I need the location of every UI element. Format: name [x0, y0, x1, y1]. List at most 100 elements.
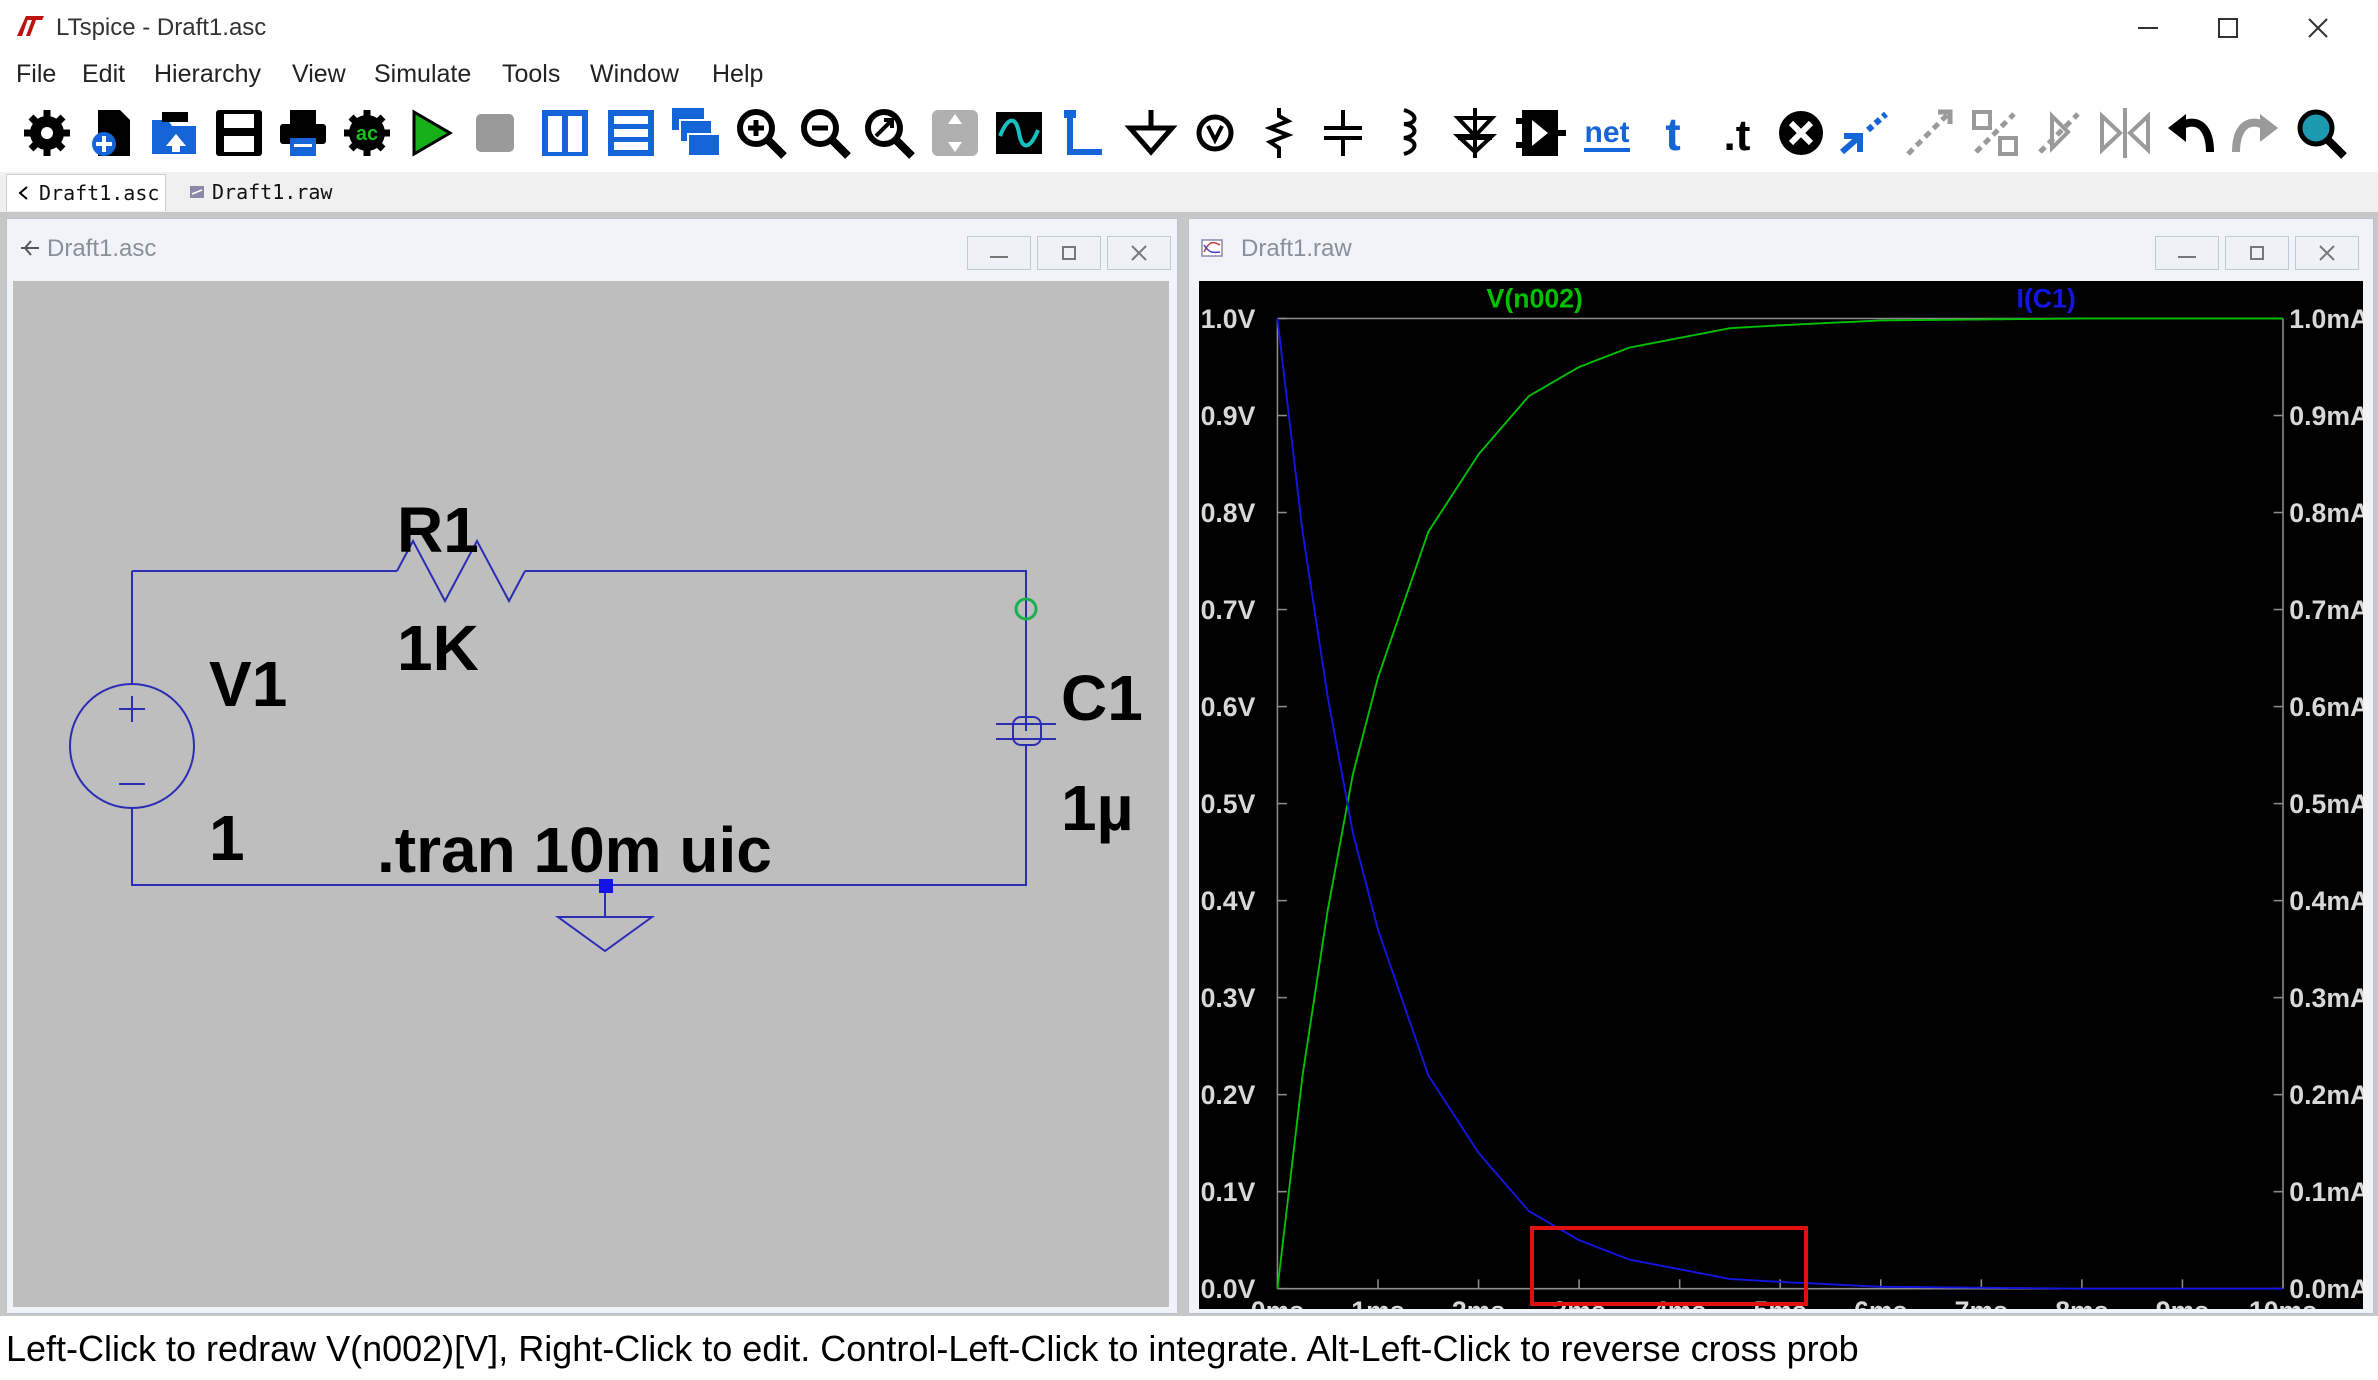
y-left-tick-label: 0.2V	[1201, 1080, 1256, 1110]
menu-simulate[interactable]: Simulate	[374, 60, 471, 89]
mirror-icon	[2100, 108, 2150, 158]
status-bar: Left-Click to redraw V(n002)[V], Right-C…	[0, 1316, 2378, 1380]
menu-view[interactable]: View	[292, 60, 346, 89]
v1-value-label[interactable]: 1	[209, 801, 245, 875]
drag-button[interactable]	[1968, 106, 2022, 160]
zoom-fit-button[interactable]	[862, 106, 916, 160]
mirror-button[interactable]	[2098, 106, 2152, 160]
c1-name-label[interactable]: C1	[1061, 661, 1143, 735]
y-left-tick-label: 0.3V	[1201, 983, 1256, 1013]
r1-name-label[interactable]: R1	[397, 493, 479, 567]
close-control[interactable]	[2288, 10, 2348, 46]
ground-button[interactable]	[1124, 106, 1178, 160]
resistor-button[interactable]	[1252, 106, 1306, 160]
ground-icon	[1124, 110, 1178, 156]
y-right-tick-label: 0.3mA	[2289, 983, 2363, 1013]
wire-button[interactable]	[1058, 106, 1112, 160]
tile-vertical-icon	[542, 110, 588, 156]
ltspice-logo-icon	[15, 13, 45, 39]
new-schematic-button[interactable]	[84, 106, 138, 160]
c1-value-label[interactable]: 1µ	[1061, 771, 1133, 845]
minimize-icon	[2178, 256, 2196, 258]
r1-value-label[interactable]: 1K	[397, 611, 479, 685]
trace-i-c1-	[1276, 318, 2283, 1290]
inductor-button[interactable]	[1382, 106, 1436, 160]
status-text: Left-Click to redraw V(n002)[V], Right-C…	[6, 1328, 1859, 1369]
spice-directive-label[interactable]: .tran 10m uic	[377, 813, 772, 887]
zoom-out-button[interactable]	[798, 106, 852, 160]
voltage-source-button[interactable]	[1188, 106, 1242, 160]
halt-button[interactable]	[468, 106, 522, 160]
run-button[interactable]	[404, 106, 458, 160]
open-button[interactable]	[148, 106, 202, 160]
net-label-icon: net	[1584, 116, 1630, 152]
settings-button[interactable]	[20, 106, 74, 160]
waveform-minimize-button[interactable]	[2155, 236, 2219, 270]
zoom-in-button[interactable]	[734, 106, 788, 160]
y-left-tick-label: 0.5V	[1201, 789, 1256, 819]
capacitor-button[interactable]	[1316, 106, 1370, 160]
title-bar: LTspice - Draft1.asc	[0, 0, 2378, 56]
rotate-button[interactable]	[2032, 106, 2086, 160]
cascade-button[interactable]	[670, 106, 724, 160]
tile-vertical-button[interactable]	[538, 106, 592, 160]
find-icon	[2297, 109, 2347, 159]
menu-help[interactable]: Help	[712, 60, 763, 89]
x-tick-label: 2ms	[1452, 1296, 1505, 1309]
y-right-tick-label: 0.1mA	[2289, 1177, 2363, 1207]
delete-icon	[1779, 111, 1823, 155]
y-right-tick-label: 1.0mA	[2289, 304, 2363, 334]
schematic-close-button[interactable]	[1107, 236, 1171, 270]
window-title: LTspice - Draft1.asc	[56, 14, 267, 41]
y-right-tick-label: 0.8mA	[2289, 498, 2363, 528]
tab-draft1-raw[interactable]: Draft1.raw	[180, 174, 338, 210]
pan-button[interactable]	[928, 106, 982, 160]
x-tick-label: 0ms	[1251, 1296, 1304, 1309]
text-button[interactable]: t	[1646, 106, 1700, 160]
redo-button[interactable]	[2228, 106, 2282, 160]
waveform-window-icon	[1201, 239, 1223, 257]
net-label-button[interactable]: net	[1580, 106, 1634, 160]
waveform-close-button[interactable]	[2295, 236, 2359, 270]
v1-name-label[interactable]: V1	[209, 647, 287, 721]
redo-icon	[2232, 114, 2278, 153]
maximize-icon	[2218, 18, 2238, 38]
waveform-button[interactable]	[992, 106, 1046, 160]
schematic-canvas[interactable]: R1 1K V1 1 C1 1µ .tran 10m uic	[13, 281, 1169, 1307]
tile-horizontal-button[interactable]	[604, 106, 658, 160]
maximize-control[interactable]	[2198, 10, 2258, 46]
annotation-highlight-box	[1530, 1226, 1808, 1306]
new-schematic-icon	[92, 110, 130, 156]
schematic-restore-button[interactable]	[1037, 236, 1101, 270]
minimize-control[interactable]	[2118, 10, 2178, 46]
menu-edit[interactable]: Edit	[82, 60, 125, 89]
settings-icon	[24, 110, 70, 156]
print-button[interactable]	[276, 106, 330, 160]
mdi-workspace: Draft1.asc R1 1K V1 1 C1 1µ .tran 10m ui…	[0, 212, 2378, 1326]
find-button[interactable]	[2294, 106, 2348, 160]
y-left-tick-label: 0.6V	[1201, 692, 1256, 722]
delete-button[interactable]	[1774, 106, 1828, 160]
tile-horizontal-icon	[608, 110, 654, 156]
undo-button[interactable]	[2164, 106, 2218, 160]
move-button[interactable]	[1902, 106, 1956, 160]
spice-directive-button[interactable]: .t	[1710, 106, 1764, 160]
waveform-plot-area[interactable]: 0ms1ms2ms3ms4ms5ms6ms7ms8ms9ms10ms0.0V0.…	[1199, 281, 2369, 1326]
schematic-minimize-button[interactable]	[967, 236, 1031, 270]
menu-window[interactable]: Window	[590, 60, 679, 89]
menu-tools[interactable]: Tools	[502, 60, 560, 89]
save-button[interactable]	[212, 106, 266, 160]
toolbar: ac net t .t	[0, 96, 2378, 173]
diode-button[interactable]	[1448, 106, 1502, 160]
x-tick-label: 7ms	[1955, 1296, 2008, 1309]
schematic-window-title: Draft1.asc	[47, 235, 157, 262]
component-button[interactable]	[1514, 106, 1568, 160]
menu-hierarchy[interactable]: Hierarchy	[154, 60, 261, 89]
duplicate-button[interactable]	[1838, 106, 1892, 160]
ac-analysis-button[interactable]: ac	[340, 106, 394, 160]
menu-file[interactable]: File	[16, 60, 56, 89]
open-icon	[152, 112, 196, 154]
tab-draft1-asc[interactable]: Draft1.asc	[6, 174, 167, 211]
waveform-restore-button[interactable]	[2225, 236, 2289, 270]
cascade-icon	[672, 108, 721, 157]
